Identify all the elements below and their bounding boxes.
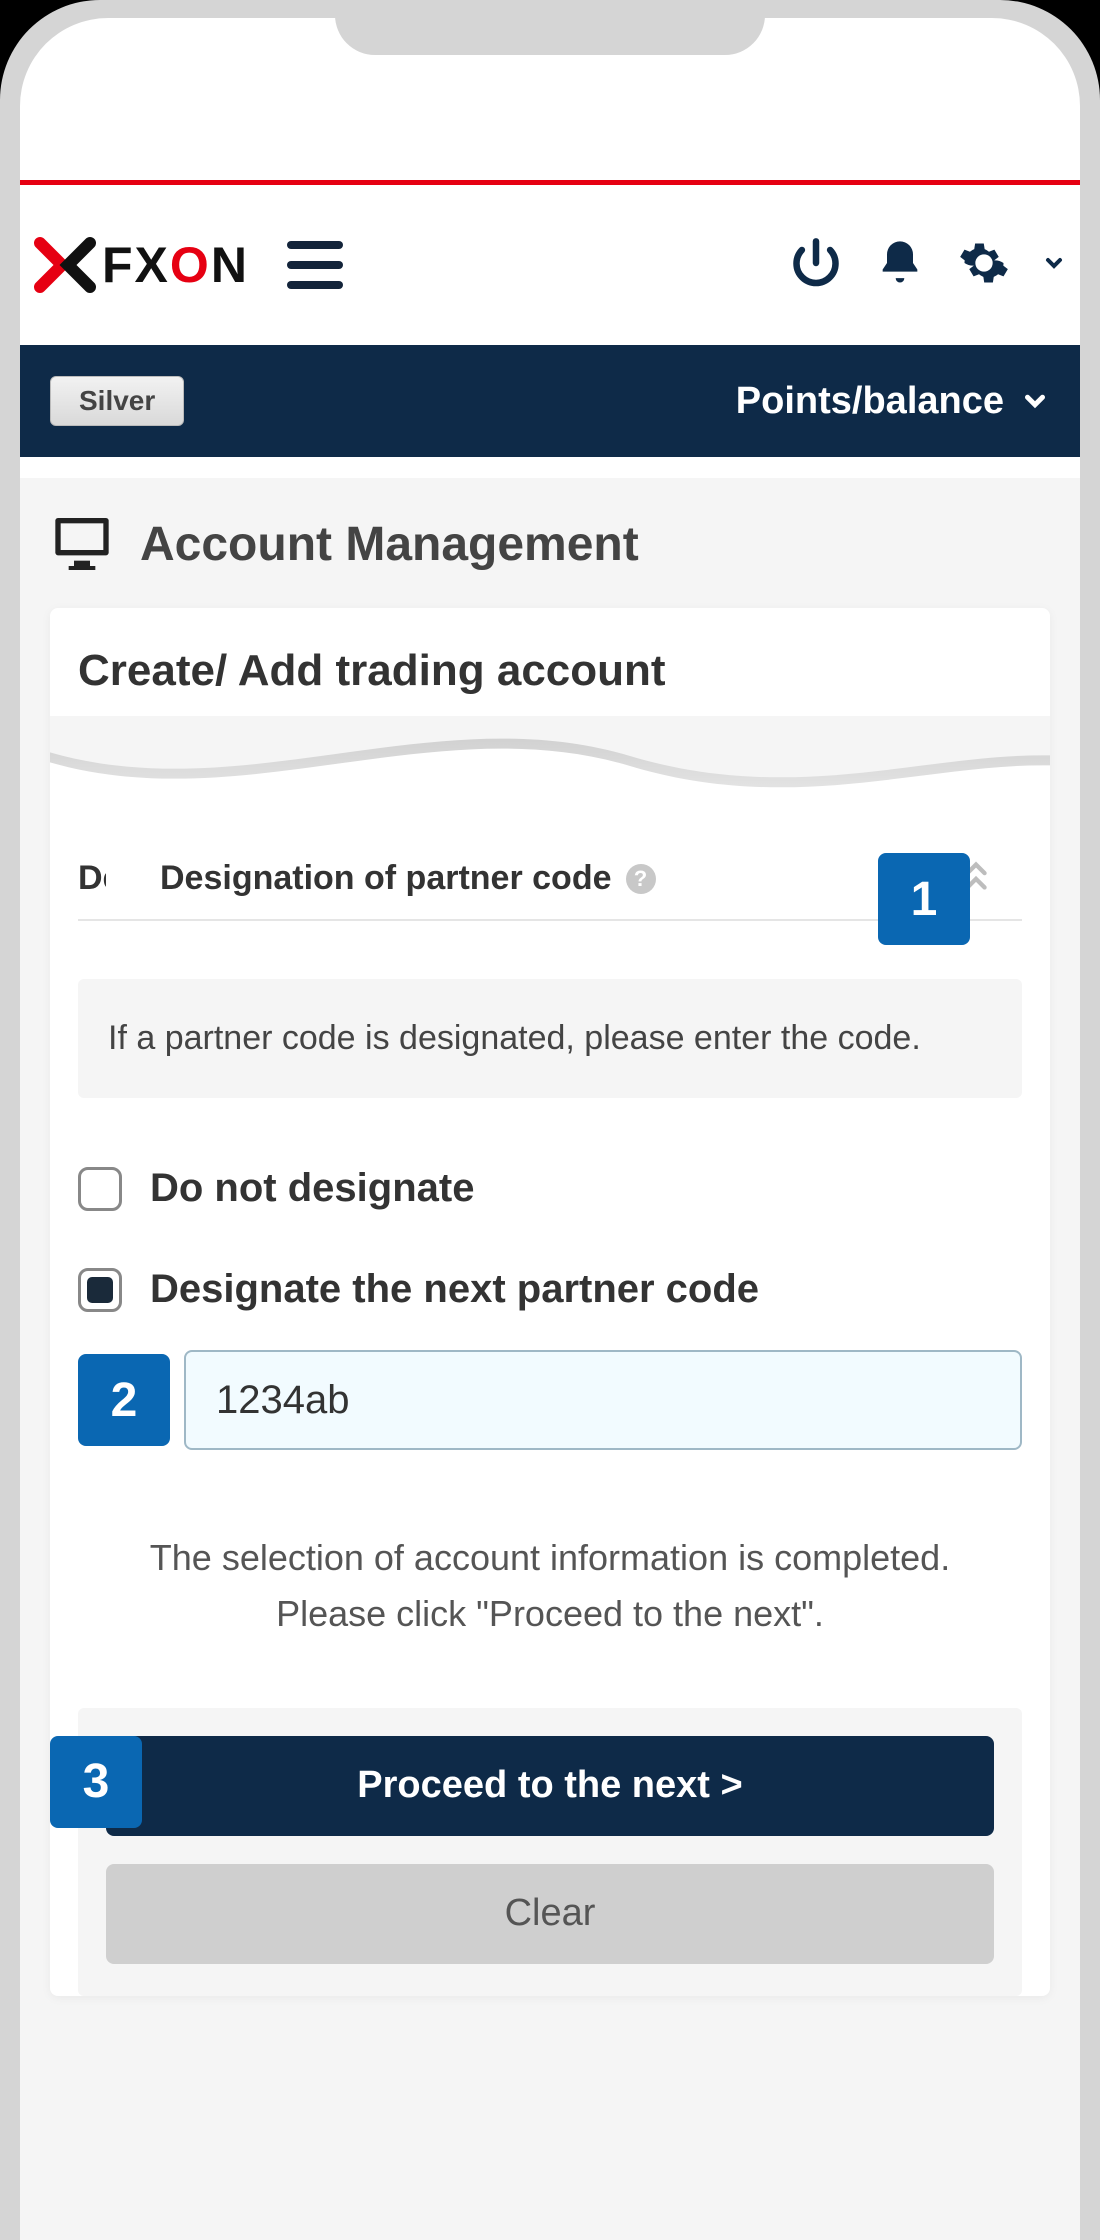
step-badge-1: 1 — [878, 853, 970, 945]
help-icon[interactable]: ? — [626, 864, 656, 894]
radio-row-do-not-designate[interactable]: Do not designate — [50, 1166, 1050, 1211]
hamburger-bar-icon — [287, 281, 343, 289]
chevron-down-icon[interactable] — [1042, 251, 1066, 280]
chevron-down-icon — [1020, 386, 1050, 416]
bell-icon[interactable] — [874, 237, 926, 294]
phone-notch — [335, 0, 765, 55]
radio-do-not-designate[interactable] — [78, 1167, 122, 1211]
proceed-button[interactable]: Proceed to the next > — [106, 1736, 994, 1836]
app-header: FXON — [20, 185, 1080, 345]
tier-badge: Silver — [50, 376, 184, 426]
create-account-card: Create/ Add trading account — [50, 608, 1050, 1996]
card-divider-wave — [50, 716, 1050, 856]
hamburger-bar-icon — [287, 261, 343, 269]
page-title: Account Management — [140, 517, 639, 572]
points-balance-label: Points/balance — [736, 380, 1004, 423]
hamburger-bar-icon — [287, 241, 343, 249]
power-icon[interactable] — [790, 237, 842, 294]
radio-label-do-not-designate: Do not designate — [150, 1166, 474, 1211]
section-heading: Designation of partner code — [106, 859, 612, 898]
partner-code-input[interactable] — [184, 1350, 1022, 1450]
brand-logo[interactable]: FXON — [34, 236, 249, 294]
completion-message: The selection of account information is … — [50, 1530, 1050, 1642]
logo-mark-icon — [34, 237, 96, 293]
info-callout: If a partner code is designated, please … — [78, 979, 1022, 1098]
action-box: 3 Proceed to the next > Clear — [78, 1708, 1022, 1996]
radio-label-designate-next: Designate the next partner code — [150, 1267, 759, 1312]
logo-text: FXON — [102, 236, 249, 294]
account-status-bar: Silver Points/balance — [20, 345, 1080, 457]
radio-row-designate-next[interactable]: Designate the next partner code — [50, 1267, 1050, 1312]
radio-designate-next[interactable] — [78, 1268, 122, 1312]
points-balance-toggle[interactable]: Points/balance — [736, 380, 1050, 423]
step-badge-2: 2 — [78, 1354, 170, 1446]
gear-icon[interactable] — [958, 237, 1010, 294]
hamburger-menu-button[interactable] — [287, 241, 343, 289]
card-title: Create/ Add trading account — [50, 646, 1050, 716]
clear-button[interactable]: Clear — [106, 1864, 994, 1964]
monitor-icon — [50, 510, 114, 579]
page-title-row: Account Management — [20, 478, 1080, 598]
step-badge-3: 3 — [50, 1736, 142, 1828]
